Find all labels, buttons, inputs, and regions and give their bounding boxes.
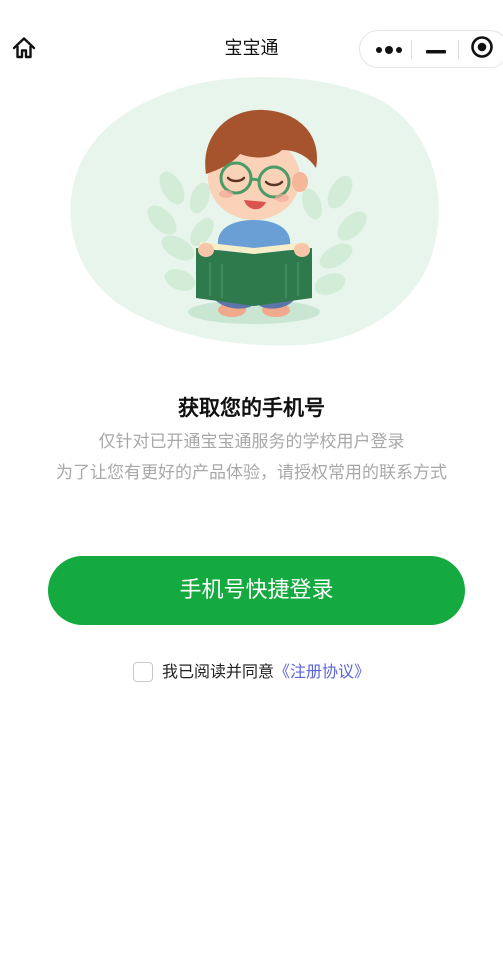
minimize-button[interactable] xyxy=(416,31,456,67)
more-dots-icon xyxy=(375,40,403,59)
registration-agreement-link[interactable]: 《注册协议》 xyxy=(274,660,370,684)
agreement-text: 我已阅读并同意 xyxy=(161,662,274,681)
close-miniprogram-button[interactable] xyxy=(464,31,500,67)
phone-quick-login-button[interactable]: 手机号快捷登录 xyxy=(48,556,465,625)
page-heading: 获取您的手机号 xyxy=(178,396,325,420)
agreement-row: 我已阅读并同意 《注册协议》 xyxy=(0,660,503,684)
description-line-2: 为了让您有更好的产品体验，请授权常用的联系方式 xyxy=(56,463,447,483)
capsule-divider xyxy=(458,40,459,59)
target-circle-icon xyxy=(470,35,494,63)
capsule-divider xyxy=(411,40,412,59)
description-line-1: 仅针对已开通宝宝通服务的学校用户登录 xyxy=(98,432,405,452)
boy-reading-book-illustration xyxy=(60,70,450,360)
menu-capsule xyxy=(359,30,503,68)
minimize-icon xyxy=(426,40,446,59)
more-button[interactable] xyxy=(368,31,410,67)
agreement-checkbox[interactable] xyxy=(132,662,153,682)
